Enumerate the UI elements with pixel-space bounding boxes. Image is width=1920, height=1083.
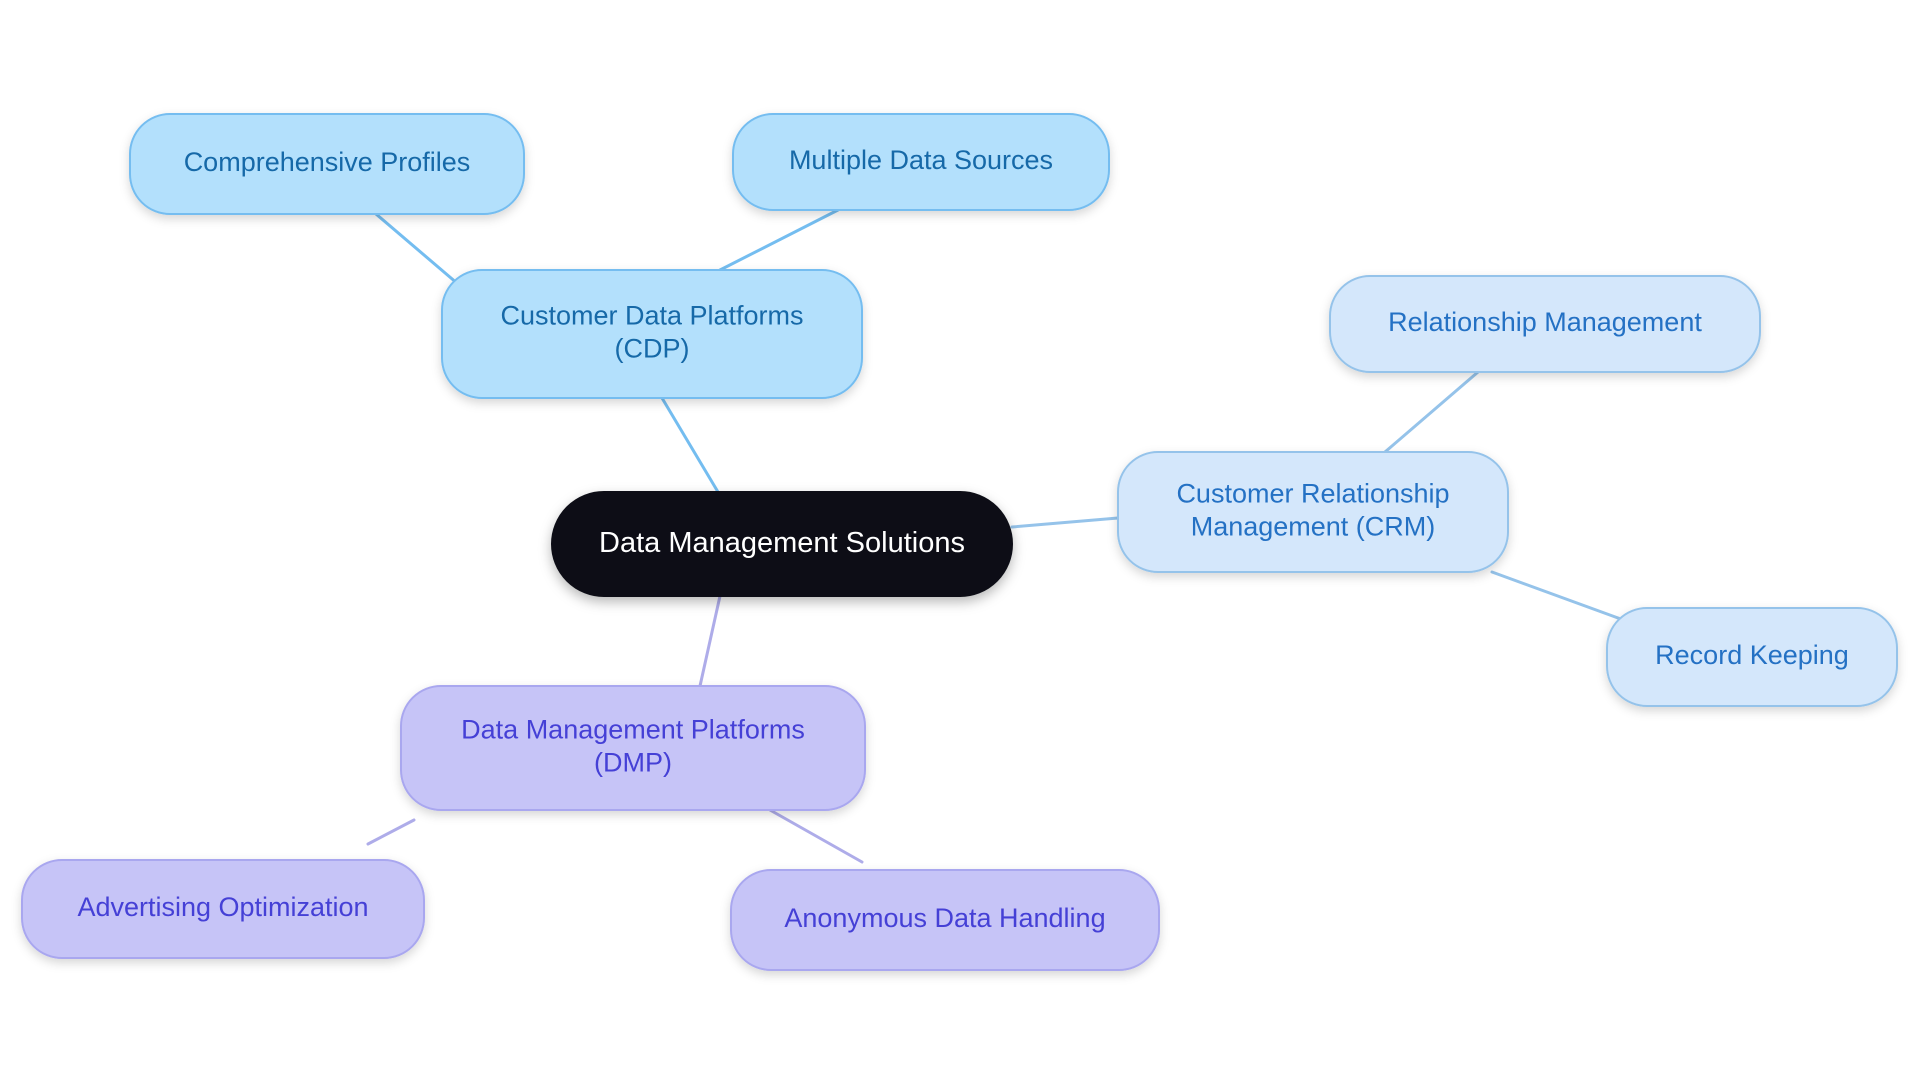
node-label-line: Record Keeping — [1655, 640, 1849, 670]
edge-connector — [768, 808, 864, 864]
edge-connector — [1490, 570, 1642, 628]
node-label: Anonymous Data Handling — [784, 903, 1105, 933]
mindmap-canvas: Data Management Solutions Customer Data P… — [0, 0, 1920, 1083]
node-label-line: Data Management Solutions — [599, 527, 965, 559]
node-label-line: Relationship Management — [1388, 307, 1702, 337]
edge-connector — [660, 396, 720, 494]
edge-connector — [366, 818, 416, 846]
node-label-line: Data Management Platforms — [461, 715, 805, 745]
edge-connector — [718, 208, 840, 272]
node-label-line: Advertising Optimization — [77, 892, 368, 922]
edge-connector — [1010, 516, 1120, 529]
node-label-line: Customer Relationship — [1176, 479, 1449, 509]
edge-connector — [1383, 370, 1480, 454]
node-label: Multiple Data Sources — [789, 145, 1053, 175]
node-label-line: (DMP) — [594, 748, 672, 778]
node-label-line: Customer Data Platforms — [500, 301, 803, 331]
node-label: Record Keeping — [1655, 640, 1849, 670]
node-label: Comprehensive Profiles — [184, 147, 471, 177]
node-dmp[interactable]: Data Management Platforms (DMP) — [400, 685, 866, 811]
nodes-layer: Data Management Solutions Customer Data P… — [21, 113, 1898, 971]
node-dmp-leaf-1[interactable]: Advertising Optimization — [21, 859, 425, 959]
node-cdp-leaf-1[interactable]: Comprehensive Profiles — [129, 113, 525, 215]
node-label-line: Management (CRM) — [1191, 512, 1436, 542]
node-label: Relationship Management — [1388, 307, 1702, 337]
node-cdp[interactable]: Customer Data Platforms (CDP) — [441, 269, 863, 399]
node-label-line: Comprehensive Profiles — [184, 147, 471, 177]
node-label-line: Anonymous Data Handling — [784, 903, 1105, 933]
edge-connector — [698, 594, 722, 688]
node-cdp-leaf-2[interactable]: Multiple Data Sources — [732, 113, 1110, 211]
node-label-line: Multiple Data Sources — [789, 145, 1053, 175]
node-crm[interactable]: Customer Relationship Management (CRM) — [1117, 451, 1509, 573]
mindmap-svg: Data Management Solutions Customer Data P… — [21, 113, 1898, 971]
node-crm-leaf-2[interactable]: Record Keeping — [1606, 607, 1898, 707]
node-label: Data Management Solutions — [599, 527, 965, 559]
node-crm-leaf-1[interactable]: Relationship Management — [1329, 275, 1761, 373]
root-node[interactable]: Data Management Solutions — [551, 491, 1013, 597]
node-label: Advertising Optimization — [77, 892, 368, 922]
edge-connector — [374, 212, 460, 286]
node-dmp-leaf-2[interactable]: Anonymous Data Handling — [730, 869, 1160, 971]
node-label-line: (CDP) — [615, 334, 690, 364]
